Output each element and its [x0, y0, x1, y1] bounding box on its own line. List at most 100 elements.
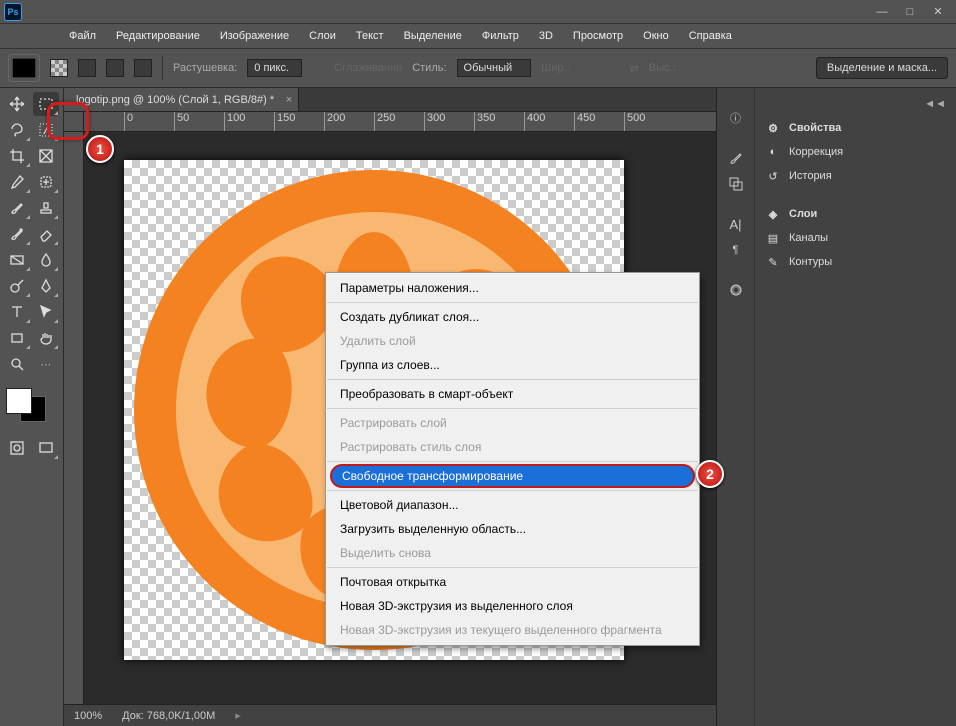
ruler-tick: 100 [224, 112, 245, 131]
context-item: Растрировать стиль слоя [326, 435, 699, 459]
marquee-mode-new-icon[interactable] [50, 59, 68, 77]
context-item[interactable]: Параметры наложения... [326, 276, 699, 300]
ruler-tick: 0 [124, 112, 133, 131]
style-select[interactable]: Обычный [457, 59, 532, 77]
close-tab-icon[interactable]: × [286, 94, 292, 106]
height-label: Выс.: [649, 62, 676, 74]
context-item[interactable]: Преобразовать в смарт-объект [326, 382, 699, 406]
ruler-horizontal: 050100150200250300350400450500 [84, 112, 716, 132]
ruler-tick: 350 [474, 112, 495, 131]
menu-просмотр[interactable]: Просмотр [564, 27, 632, 45]
menu-окно[interactable]: Окно [634, 27, 678, 45]
gradient-tool[interactable] [4, 248, 31, 272]
select-and-mask-button[interactable]: Выделение и маска... [816, 57, 948, 79]
blur-tool[interactable] [33, 248, 60, 272]
eraser-tool[interactable] [33, 222, 60, 246]
clone-panel-icon[interactable] [722, 172, 750, 196]
panel-Каналы[interactable]: ▤Каналы [759, 226, 952, 250]
panel-Коррекция[interactable]: ◐Коррекция [759, 140, 952, 164]
panel-icon: ✎ [765, 254, 781, 270]
heal-tool[interactable] [33, 170, 60, 194]
style-label: Стиль: [412, 62, 446, 74]
quickmask-tool[interactable] [4, 436, 31, 460]
panel-Свойства[interactable]: ⚙Свойства [759, 116, 952, 140]
para-panel-icon[interactable]: ¶ [722, 238, 750, 262]
context-item[interactable]: Свободное трансформирование [330, 464, 695, 488]
foreground-color[interactable] [6, 388, 32, 414]
menu-редактирование[interactable]: Редактирование [107, 27, 209, 45]
panel-Слои[interactable]: ◈Слои [759, 202, 952, 226]
frame-tool[interactable] [33, 144, 60, 168]
context-item[interactable]: Почтовая открытка [326, 570, 699, 594]
right-panels: ⓘ A| ¶ ◄◄ ⚙Свойства◐Коррекция↺История ◈С… [716, 88, 956, 726]
context-item[interactable]: Цветовой диапазон... [326, 493, 699, 517]
menu-изображение[interactable]: Изображение [211, 27, 298, 45]
menu-слои[interactable]: Слои [300, 27, 345, 45]
pen-tool[interactable] [33, 274, 60, 298]
menu-текст[interactable]: Текст [347, 27, 393, 45]
panel-Контуры[interactable]: ✎ Контуры [759, 250, 952, 274]
right-icon-strip: ⓘ A| ¶ [717, 88, 755, 726]
info-icon[interactable]: ⓘ [722, 106, 750, 130]
active-tool-indicator[interactable] [8, 54, 40, 82]
maximize-button[interactable]: □ [896, 2, 924, 22]
menu-выделение[interactable]: Выделение [395, 27, 471, 45]
ruler-tick: 450 [574, 112, 595, 131]
marquee-mode-int-icon[interactable] [134, 59, 152, 77]
color-panel-icon[interactable] [722, 278, 750, 302]
panel-icon: ↺ [765, 168, 781, 184]
menu-фильтр[interactable]: Фильтр [473, 27, 528, 45]
panel-label: Каналы [789, 232, 828, 244]
context-item[interactable]: Новая 3D-экструзия из выделенного слоя [326, 594, 699, 618]
menu-справка[interactable]: Справка [680, 27, 741, 45]
eyedropper-tool[interactable] [4, 170, 31, 194]
annotation-badge-1: 1 [86, 135, 114, 163]
crop-tool[interactable] [4, 144, 31, 168]
context-item: Растрировать слой [326, 411, 699, 435]
move-tool[interactable] [4, 92, 31, 116]
options-bar: Растушевка: 0 пикс. Сглаживание Стиль: О… [0, 48, 956, 88]
brush-tool[interactable] [4, 196, 31, 220]
document-tab[interactable]: logotip.png @ 100% (Слой 1, RGB/8#) * × [64, 88, 299, 111]
zoom-tool[interactable] [4, 352, 31, 376]
ruler-tick: 50 [174, 112, 189, 131]
color-swatch[interactable] [4, 386, 48, 424]
panel-label: Контуры [789, 256, 832, 268]
panel-icon: ⚙ [765, 120, 781, 136]
panel-icon: ◐ [765, 144, 781, 160]
edit-toolbar[interactable]: ⋯ [33, 352, 60, 376]
lasso-tool[interactable] [4, 118, 31, 142]
doc-size: Док: 768,0K/1,00M [122, 710, 215, 722]
shape-tool[interactable] [4, 326, 31, 350]
screenmode-tool[interactable] [33, 436, 60, 460]
panel-icon: ◈ [765, 206, 781, 222]
char-panel-icon[interactable]: A| [722, 212, 750, 236]
document-tab-bar: logotip.png @ 100% (Слой 1, RGB/8#) * × [64, 88, 716, 112]
ruler-tick: 500 [624, 112, 645, 131]
context-item: Выделить снова [326, 541, 699, 565]
marquee-mode-sub-icon[interactable] [106, 59, 124, 77]
history-brush-tool[interactable] [4, 222, 31, 246]
context-item[interactable]: Создать дубликат слоя... [326, 305, 699, 329]
menu-файл[interactable]: Файл [60, 27, 105, 45]
panel-История[interactable]: ↺История [759, 164, 952, 188]
close-button[interactable]: ✕ [924, 2, 952, 22]
minimize-button[interactable]: — [868, 2, 896, 22]
menu-separator [327, 461, 698, 462]
context-item[interactable]: Группа из слоев... [326, 353, 699, 377]
zoom-level[interactable]: 100% [74, 710, 102, 722]
hand-tool[interactable] [33, 326, 60, 350]
ruler-tick: 250 [374, 112, 395, 131]
marquee-mode-add-icon[interactable] [78, 59, 96, 77]
dodge-tool[interactable] [4, 274, 31, 298]
context-item: Новая 3D-экструзия из текущего выделенно… [326, 618, 699, 642]
menu-3d[interactable]: 3D [530, 27, 562, 45]
menu-separator [327, 490, 698, 491]
context-item[interactable]: Загрузить выделенную область... [326, 517, 699, 541]
type-tool[interactable] [4, 300, 31, 324]
path-select-tool[interactable] [33, 300, 60, 324]
stamp-tool[interactable] [33, 196, 60, 220]
feather-input[interactable]: 0 пикс. [247, 59, 302, 77]
menu-separator [327, 408, 698, 409]
brush-panel-icon[interactable] [722, 146, 750, 170]
